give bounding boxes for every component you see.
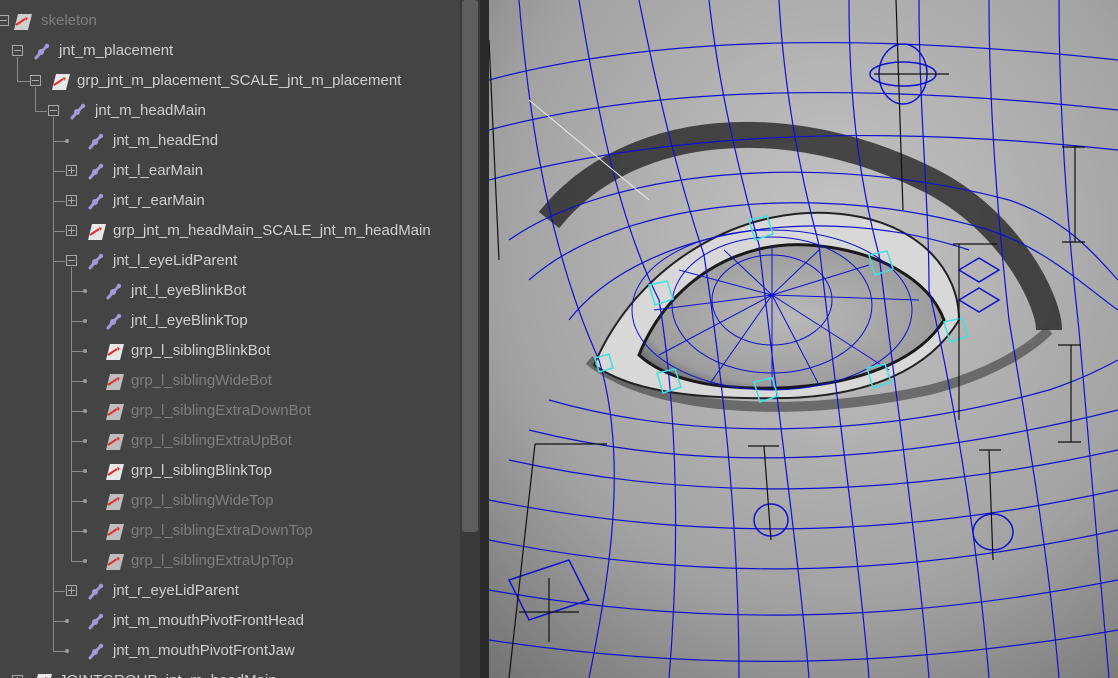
outliner-row-label: grp_l_siblingExtraDownTop — [131, 522, 313, 539]
expand-toggle[interactable] — [66, 195, 77, 206]
expand-toggle[interactable] — [66, 585, 77, 596]
joint-icon — [69, 103, 87, 121]
outliner-row-grp-siblingextraupbot[interactable]: grp_l_siblingExtraUpBot — [0, 426, 460, 456]
outliner-row-jnt-r-eyelidparent[interactable]: jnt_r_eyeLidParent — [0, 576, 460, 606]
joint-icon — [87, 583, 105, 601]
collapse-toggle[interactable] — [0, 15, 9, 26]
outliner-row-jnt-l-eyeblinktop[interactable]: jnt_l_eyeBlinkTop — [0, 306, 460, 336]
outliner-row-label: skeleton — [41, 12, 97, 29]
transform-group-icon — [105, 343, 124, 361]
collapse-toggle[interactable] — [48, 105, 59, 116]
outliner-row-label: jnt_m_headMain — [95, 102, 206, 119]
transform-group-icon — [105, 553, 124, 571]
transform-group-icon — [105, 493, 124, 511]
outliner-row-grp-headmain-scale[interactable]: grp_jnt_m_headMain_SCALE_jnt_m_headMain — [0, 216, 460, 246]
outliner-row-jnt-l-earmain[interactable]: jnt_l_earMain — [0, 156, 460, 186]
outliner-row-grp-siblingwidebot[interactable]: grp_l_siblingWideBot — [0, 366, 460, 396]
3d-viewport[interactable] — [489, 0, 1118, 678]
outliner-row-label: jnt_l_eyeBlinkTop — [131, 312, 248, 329]
outliner-row-grp-placement-scale[interactable]: grp_jnt_m_placement_SCALE_jnt_m_placemen… — [0, 66, 460, 96]
outliner-row-jnt-r-earmain[interactable]: jnt_r_earMain — [0, 186, 460, 216]
outliner-row-label: grp_l_siblingExtraUpTop — [131, 552, 294, 569]
joint-icon — [33, 43, 51, 61]
outliner-row-jnt-m-mouthpivotfronthead[interactable]: jnt_m_mouthPivotFrontHead — [0, 606, 460, 636]
collapse-toggle[interactable] — [12, 45, 23, 56]
outliner-row-grp-siblingextrauptop[interactable]: grp_l_siblingExtraUpTop — [0, 546, 460, 576]
viewport-scene — [489, 0, 1118, 678]
collapse-toggle[interactable] — [66, 255, 77, 266]
outliner-row-label: grp_l_siblingWideBot — [131, 372, 272, 389]
outliner-row-jointgroup-headmain[interactable]: JOINTGROUP_jnt_m_headMain — [0, 666, 460, 678]
joint-icon — [105, 313, 123, 331]
outliner-row-label: grp_l_siblingExtraDownBot — [131, 402, 312, 419]
joint-icon — [105, 283, 123, 301]
outliner-row-label: jnt_l_earMain — [113, 162, 204, 179]
outliner-row-label: jnt_m_mouthPivotFrontHead — [113, 612, 304, 629]
transform-group-icon — [13, 13, 32, 31]
expand-toggle[interactable] — [66, 165, 77, 176]
outliner-row-jnt-l-eyeblinkbot[interactable]: jnt_l_eyeBlinkBot — [0, 276, 460, 306]
joint-icon — [87, 193, 105, 211]
outliner-row-label: jnt_m_headEnd — [113, 132, 219, 149]
outliner-row-jnt-m-placement[interactable]: jnt_m_placement — [0, 36, 460, 66]
outliner-row-label: jnt_l_eyeLidParent — [113, 252, 238, 269]
outliner-row-grp-siblingblinktop[interactable]: grp_l_siblingBlinkTop — [0, 456, 460, 486]
outliner-row-label: grp_l_siblingExtraUpBot — [131, 432, 292, 449]
outliner-row-grp-siblingextradownbot[interactable]: grp_l_siblingExtraDownBot — [0, 396, 460, 426]
joint-icon — [87, 133, 105, 151]
transform-group-icon — [105, 373, 124, 391]
transform-group-icon — [51, 73, 70, 91]
transform-group-icon — [105, 403, 124, 421]
outliner-row-label: grp_l_siblingBlinkBot — [131, 342, 271, 359]
outliner-row-jnt-m-mouthpivotfrontjaw[interactable]: jnt_m_mouthPivotFrontJaw — [0, 636, 460, 666]
outliner-row-label: jnt_m_mouthPivotFrontJaw — [113, 642, 295, 659]
transform-group-icon — [105, 523, 124, 541]
outliner-row-grp-siblingblinkbot[interactable]: grp_l_siblingBlinkBot — [0, 336, 460, 366]
outliner-row-grp-siblingextradowntop[interactable]: grp_l_siblingExtraDownTop — [0, 516, 460, 546]
outliner-row-grp-siblingwidetop[interactable]: grp_l_siblingWideTop — [0, 486, 460, 516]
scrollbar-thumb[interactable] — [462, 0, 478, 532]
outliner-row-label: jnt_m_placement — [59, 42, 174, 59]
outliner-row-label: jnt_r_earMain — [113, 192, 205, 209]
transform-group-icon — [87, 223, 106, 241]
outliner-scrollbar[interactable] — [460, 0, 480, 678]
expand-toggle[interactable] — [66, 225, 77, 236]
joint-icon — [87, 253, 105, 271]
outliner-row-label: grp_jnt_m_placement_SCALE_jnt_m_placemen… — [77, 72, 402, 89]
transform-group-icon — [105, 433, 124, 451]
transform-group-icon — [105, 463, 124, 481]
outliner-row-label: jnt_r_eyeLidParent — [113, 582, 239, 599]
outliner-row-jnt-m-headmain[interactable]: jnt_m_headMain — [0, 96, 460, 126]
outliner-row-label: JOINTGROUP_jnt_m_headMain — [59, 666, 277, 678]
outliner-row-label: grp_jnt_m_headMain_SCALE_jnt_m_headMain — [113, 222, 431, 239]
outliner-row-jnt-m-headend[interactable]: jnt_m_headEnd — [0, 126, 460, 156]
outliner-row-label: grp_l_siblingWideTop — [131, 492, 274, 509]
panel-splitter[interactable] — [480, 0, 489, 678]
outliner-row-skeleton[interactable]: skeleton — [0, 6, 460, 36]
outliner-row-jnt-l-eyelidparent[interactable]: jnt_l_eyeLidParent — [0, 246, 460, 276]
outliner-row-label: jnt_l_eyeBlinkBot — [131, 282, 247, 299]
joint-icon — [87, 643, 105, 661]
outliner-row-label: grp_l_siblingBlinkTop — [131, 462, 272, 479]
transform-group-icon — [33, 673, 52, 678]
joint-icon — [87, 163, 105, 181]
outliner-panel: skeleton jnt_m_placement grp_jnt_m_place… — [0, 0, 460, 678]
collapse-toggle[interactable] — [30, 75, 41, 86]
joint-icon — [87, 613, 105, 631]
